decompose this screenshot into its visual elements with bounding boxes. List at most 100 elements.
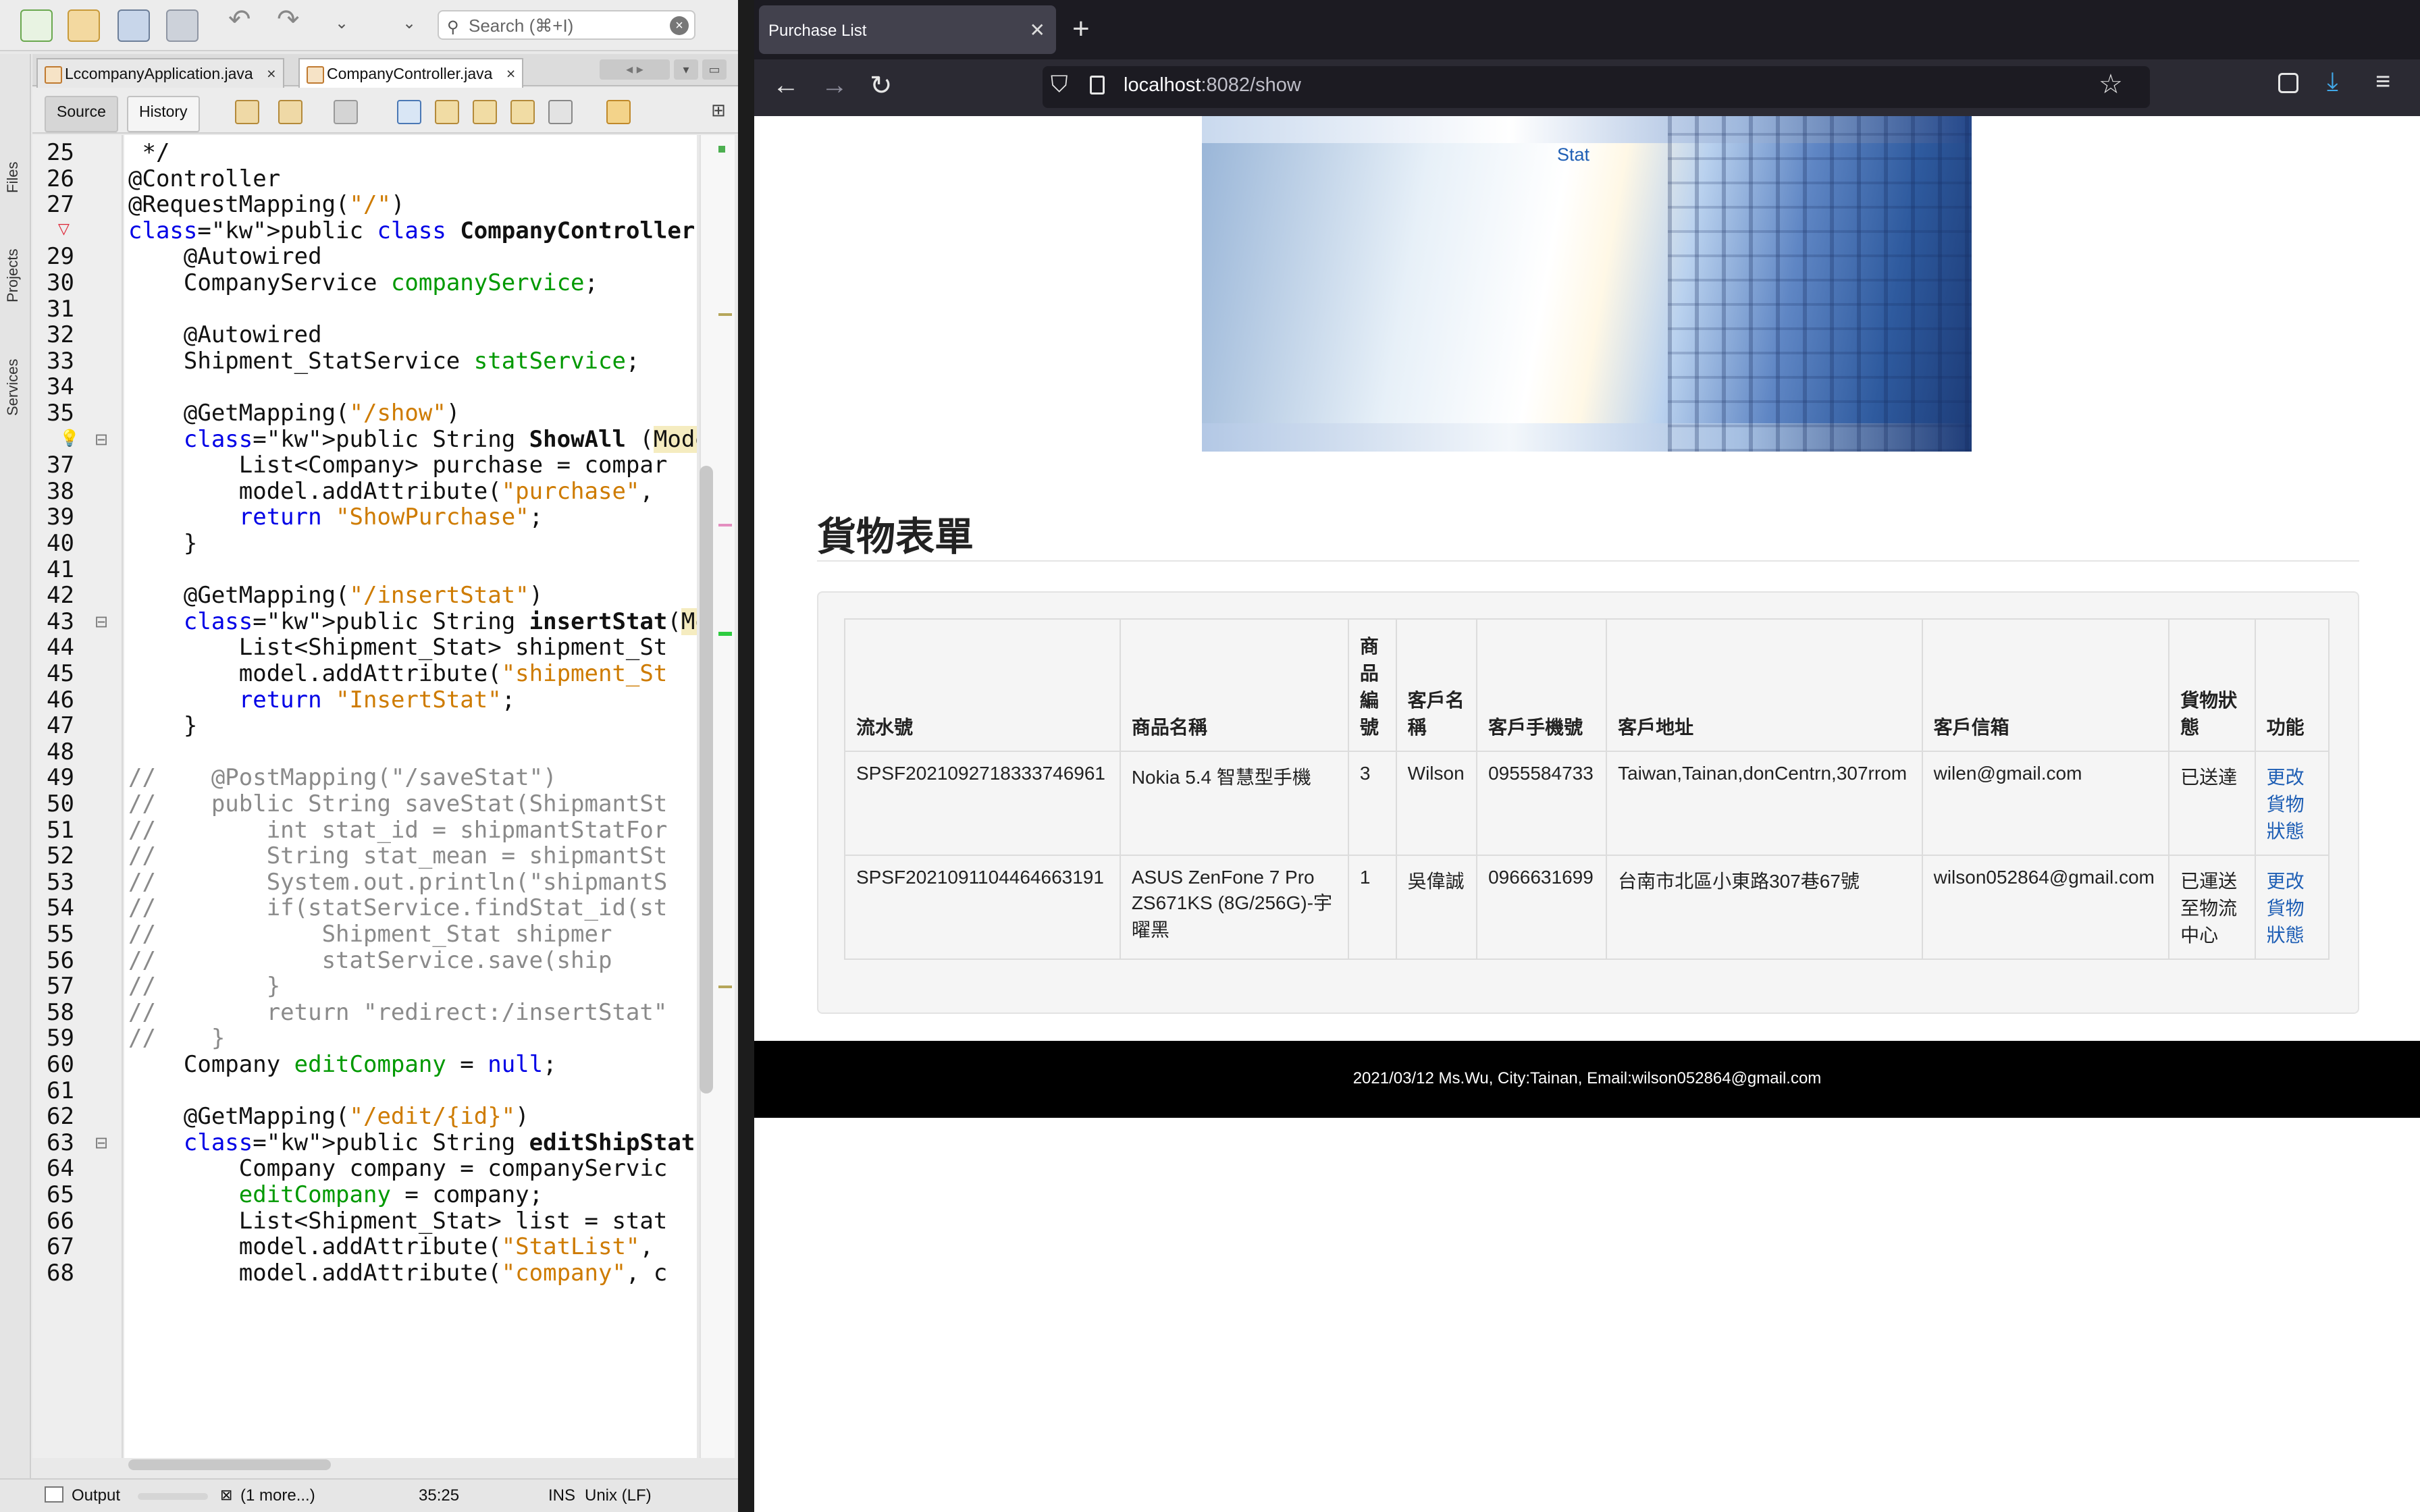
code-line[interactable]: // statService.save(ship [128,947,612,974]
override-marker-icon[interactable]: ▽ [58,220,70,238]
code-line[interactable]: model.addAttribute("StatList", [128,1233,654,1260]
toolbar-more-icon[interactable]: ⌄ [335,14,365,43]
shield-icon[interactable]: ⛉ [1051,72,1068,98]
redo-icon[interactable]: ↷ [277,4,307,34]
code-line[interactable]: // } [128,1025,225,1052]
clear-search-icon[interactable]: × [670,16,689,35]
code-line[interactable]: class="kw">public String editShipStat(@P… [128,1129,697,1156]
more-tasks-link[interactable]: (1 more...) [240,1486,315,1505]
code-line[interactable]: Company company = companyServic [128,1155,668,1182]
code-line[interactable]: @GetMapping("/insertStat") [128,582,543,609]
last-edit-icon[interactable] [235,100,259,124]
code-editor[interactable]: */@Controller @RequestMapping("/") class="… [124,135,697,1458]
side-tab-files[interactable]: Files [4,162,22,193]
new-project-icon[interactable] [68,9,100,42]
code-line[interactable]: @GetMapping("/edit/{id}") [128,1103,529,1130]
tab-list-icon[interactable]: ▾ [674,59,698,80]
code-line[interactable]: // System.out.println("shipmantS [128,869,667,896]
start-macro-icon[interactable] [606,100,631,124]
stripe-mark[interactable] [718,524,732,526]
split-editor-icon[interactable]: ⊞ [708,100,729,122]
code-line[interactable]: // public String saveStat(ShipmantSt [128,790,667,817]
horizontal-scrollbar[interactable] [128,1459,331,1470]
code-line[interactable]: class="kw">public class CompanyControlle… [128,217,697,244]
new-tab-icon[interactable]: + [1072,12,1090,46]
code-line[interactable]: List<Shipment_Stat> shipment_St [128,634,668,661]
pocket-icon[interactable] [2278,73,2298,93]
code-line[interactable]: model.addAttribute("company", c [128,1260,668,1287]
fold-toggle-icon[interactable]: ⊟ [95,1133,108,1153]
code-line[interactable]: CompanyService companyService; [128,269,598,296]
side-tab-projects[interactable]: Projects [4,249,22,302]
fold-toggle-icon[interactable]: ⊟ [95,612,108,632]
bookmark-star-icon[interactable]: ☆ [2099,69,2123,100]
side-tab-services[interactable]: Services [4,359,22,416]
menu-icon[interactable]: ≡ [2375,68,2390,97]
new-file-icon[interactable] [20,9,53,42]
stripe-mark[interactable] [718,986,732,988]
code-line[interactable]: class="kw">public String ShowAll (Model … [128,425,697,453]
code-line[interactable]: model.addAttribute("shipment_St [128,660,668,687]
code-line[interactable]: */ [128,139,169,166]
toggle-highlight-icon[interactable] [510,100,535,124]
code-line[interactable]: Shipment_StatService statService; [128,348,640,375]
fold-toggle-icon[interactable]: ⊟ [95,430,108,450]
code-line[interactable]: @Autowired [128,243,322,270]
code-line[interactable]: List<Company> purchase = compar [128,452,668,479]
code-line[interactable]: // if(statService.findStat_id(st [128,894,667,921]
find-previous-icon[interactable] [435,100,459,124]
code-line[interactable]: // } [128,973,280,1000]
stripe-mark[interactable] [718,632,732,636]
page-info-icon[interactable] [1090,76,1105,94]
toolbar-overflow-icon[interactable]: ⌄ [402,14,432,43]
find-next-icon[interactable] [473,100,497,124]
cancel-progress-icon[interactable]: ⊠ [220,1486,232,1504]
code-line[interactable]: // Shipment_Stat shipmer [128,921,612,948]
hint-lightbulb-icon[interactable]: 💡 [59,429,80,448]
reload-icon[interactable]: ↻ [870,70,893,101]
code-line[interactable]: @GetMapping("/show") [128,400,460,427]
history-button[interactable]: History [127,96,200,132]
code-line[interactable]: // return "redirect:/insertStat" [128,999,667,1026]
code-line[interactable]: } [128,712,197,739]
save-all-icon[interactable] [166,9,199,42]
forward-icon[interactable] [334,100,358,124]
output-tab[interactable]: Output [72,1486,120,1505]
close-tab-icon[interactable]: × [267,65,275,82]
source-button[interactable]: Source [45,96,118,132]
edit-status-link[interactable]: 更改貨物狀態 [2267,767,2305,842]
stripe-mark[interactable] [718,313,732,316]
close-tab-icon[interactable]: ✕ [1030,19,1045,41]
stat-link[interactable]: Stat [1540,144,1607,165]
code-line[interactable]: // int stat_id = shipmantStatFor [128,817,667,844]
pane-splitter[interactable] [738,0,754,1512]
downloads-icon[interactable]: ⤓ [2327,68,2338,97]
toggle-rectangle-icon[interactable] [548,100,573,124]
vertical-scrollbar[interactable] [700,466,713,1094]
code-line[interactable]: List<Shipment_Stat> list = stat [128,1208,668,1235]
code-line[interactable]: // @PostMapping("/saveStat") [128,764,557,791]
code-line[interactable]: @RequestMapping("/") [128,191,404,218]
url-text[interactable]: localhost:8082/show [1124,74,1301,97]
code-line[interactable]: model.addAttribute("purchase", [128,478,654,505]
code-line[interactable]: return "InsertStat"; [128,686,515,713]
search-input[interactable]: ⚲ Search (⌘+I) × [438,10,695,40]
code-line[interactable]: @Controller [128,165,280,192]
maximize-window-icon[interactable]: ▭ [702,59,727,80]
back-icon[interactable] [278,100,302,124]
tab-scroll-arrows-icon[interactable]: ◂ ▸ [600,59,670,80]
code-line[interactable]: return "ShowPurchase"; [128,504,543,531]
back-arrow-icon[interactable]: ← [772,70,799,101]
edit-status-link[interactable]: 更改貨物狀態 [2267,871,2305,946]
undo-icon[interactable]: ↶ [228,4,258,34]
find-icon[interactable] [397,100,421,124]
code-line[interactable]: Company editCompany = null; [128,1051,557,1078]
open-project-icon[interactable] [117,9,150,42]
close-tab-icon[interactable]: × [506,65,515,82]
code-line[interactable]: // String stat_mean = shipmantSt [128,842,667,869]
code-line[interactable]: class="kw">public String insertStat(Mode… [128,608,697,635]
code-line[interactable]: editCompany = company; [128,1181,543,1208]
code-line[interactable]: @Autowired [128,321,322,348]
browser-tab[interactable]: Purchase List ✕ [759,5,1056,54]
forward-arrow-icon[interactable]: → [821,70,848,101]
